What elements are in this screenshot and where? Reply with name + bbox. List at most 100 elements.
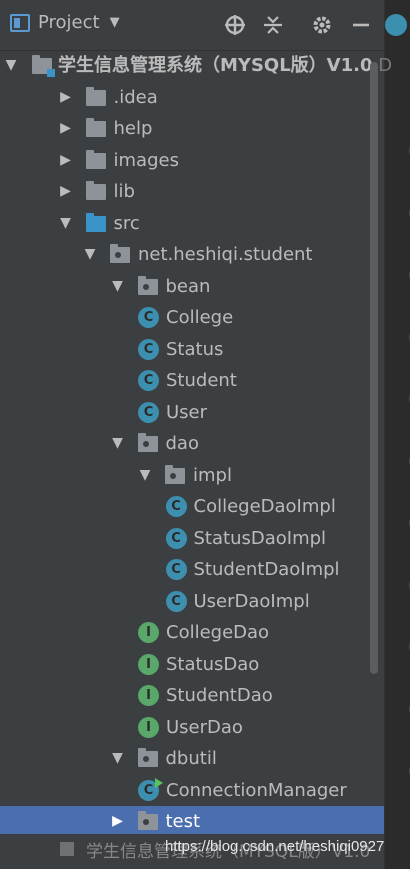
tree-row-label: dbutil [165, 748, 217, 769]
vertical-scrollbar[interactable] [370, 62, 378, 674]
tree-row[interactable]: ▼ dbutil [0, 743, 384, 775]
tree-row[interactable]: ▶ help [0, 113, 384, 145]
tree-row[interactable]: ▶ images [0, 145, 384, 177]
chevron-right-icon[interactable]: ▶ [59, 82, 73, 114]
project-tool-window-header: Project ▼ [0, 0, 384, 51]
tree-row-label: College [166, 307, 234, 328]
interface-icon: I [138, 685, 159, 706]
class-icon: C [165, 590, 187, 612]
editor-area-edge [384, 0, 410, 869]
tree-row-label: StatusDao [166, 653, 260, 675]
folder-icon [85, 86, 106, 106]
target-icon[interactable] [222, 12, 248, 38]
class-icon: C [138, 370, 159, 391]
tree-row[interactable]: ▼ impl [0, 460, 384, 492]
class-icon: C [165, 496, 187, 517]
tree-row-label: StudentDaoImpl [193, 559, 340, 580]
package-icon [110, 244, 130, 263]
package-icon [165, 464, 185, 484]
tree-row[interactable]: ▶ test [0, 806, 384, 838]
tree-row[interactable]: ▶ lib [0, 176, 384, 208]
tree-row-label: net.heshiqi.student [138, 244, 313, 265]
tree-row-label: src [113, 212, 140, 234]
tree-row[interactable]: ▼ src [0, 208, 384, 240]
package-icon [137, 811, 158, 830]
tree-row[interactable]: C Student [0, 365, 384, 397]
package-icon [137, 748, 158, 767]
interface-icon: I [138, 622, 159, 643]
chevron-down-icon[interactable]: ▼ [138, 460, 152, 492]
module-label: 学生信息管理系统（MYSQL版）V1.0 D [58, 50, 392, 82]
project-icon [10, 13, 30, 32]
chevron-down-icon[interactable]: ▼ [83, 239, 97, 271]
class-icon: C [138, 338, 159, 360]
chevron-right-icon[interactable]: ▶ [59, 113, 73, 145]
project-tree: ▼ 学生信息管理系统（MYSQL版）V1.0 D ▶ .idea ▶ help ▶ ima… [0, 50, 392, 838]
tool-window-title: Project [38, 12, 100, 33]
collapse-icon[interactable] [260, 12, 286, 38]
tree-row-label: images [113, 149, 179, 171]
class-file-tab-icon[interactable] [385, 14, 407, 36]
chevron-right-icon[interactable]: ▶ [59, 145, 73, 177]
tree-row[interactable]: C CollegeDaoImpl [0, 491, 384, 523]
tree-row-label: test [165, 811, 201, 832]
chevron-down-icon[interactable]: ▼ [111, 743, 125, 775]
class-icon: C [165, 559, 187, 580]
interface-icon: I [138, 716, 159, 738]
chevron-down-icon[interactable]: ▼ [110, 15, 120, 30]
tree-row[interactable]: C ConnectionManager [0, 775, 384, 807]
tree-row[interactable]: C StatusDaoImpl [0, 523, 384, 555]
tree-row[interactable]: C StudentDaoImpl [0, 554, 384, 586]
tree-row[interactable]: I StudentDao [0, 680, 384, 712]
folder-icon [85, 118, 106, 137]
tree-row[interactable]: C Status [0, 334, 384, 366]
chevron-right-icon[interactable]: ▶ [59, 176, 73, 208]
file-icon [60, 842, 74, 856]
tree-row-label: help [113, 118, 153, 139]
tree-row-label: .idea [113, 86, 158, 108]
module-name: 学生信息管理系统（MYSQL版）V1.0 [58, 55, 373, 76]
tree-row[interactable]: ▶ .idea [0, 82, 384, 114]
watermark-text: https://blog.csdn.net/heshiqi0927 [165, 838, 385, 855]
tree-row-label: lib [113, 181, 135, 202]
gear-icon[interactable] [309, 12, 335, 38]
chevron-down-icon[interactable]: ▼ [111, 271, 125, 303]
tree-row[interactable]: C UserDaoImpl [0, 586, 384, 618]
tree-row-label: StatusDaoImpl [193, 527, 327, 549]
tree-row-label: StudentDao [166, 685, 273, 706]
folder-icon [85, 181, 106, 200]
tree-row[interactable]: ▼ dao [0, 428, 384, 460]
tree-row[interactable]: ▼ net.heshiqi.student [0, 239, 384, 271]
tree-row-label: CollegeDao [166, 622, 270, 643]
tree-row-label: CollegeDaoImpl [193, 496, 336, 517]
tree-row-label: UserDao [166, 716, 243, 738]
chevron-down-icon[interactable]: ▼ [4, 50, 18, 82]
source-folder-icon [85, 212, 106, 232]
tree-row-label: ConnectionManager [166, 779, 347, 801]
tree-row[interactable]: I UserDao [0, 712, 384, 744]
tree-row[interactable]: C College [0, 302, 384, 334]
class-icon: C [138, 307, 159, 328]
interface-icon: I [138, 653, 159, 675]
tree-row-module[interactable]: ▼ 学生信息管理系统（MYSQL版）V1.0 D [0, 50, 392, 82]
class-icon: C [165, 527, 187, 549]
module-path-suffix: D [378, 55, 393, 76]
minimize-icon[interactable] [348, 12, 374, 38]
tree-row-label: bean [165, 275, 211, 297]
tree-row-label: Student [166, 370, 237, 391]
chevron-down-icon[interactable]: ▼ [59, 208, 73, 240]
class-icon: C [138, 401, 159, 423]
tree-row[interactable]: I CollegeDao [0, 617, 384, 649]
tree-row[interactable]: C User [0, 397, 384, 429]
tree-row[interactable]: ▼ bean [0, 271, 384, 303]
tree-row[interactable]: I StatusDao [0, 649, 384, 681]
chevron-down-icon[interactable]: ▼ [111, 428, 125, 460]
chevron-right-icon[interactable]: ▶ [111, 806, 125, 838]
module-folder-icon [32, 55, 55, 77]
project-view-selector[interactable]: Project ▼ [10, 12, 120, 33]
tree-row-label: dao [165, 433, 199, 454]
package-icon [137, 275, 158, 295]
package-icon [137, 433, 158, 452]
tree-row-label: User [166, 401, 208, 423]
tree-row-label: impl [193, 464, 232, 486]
